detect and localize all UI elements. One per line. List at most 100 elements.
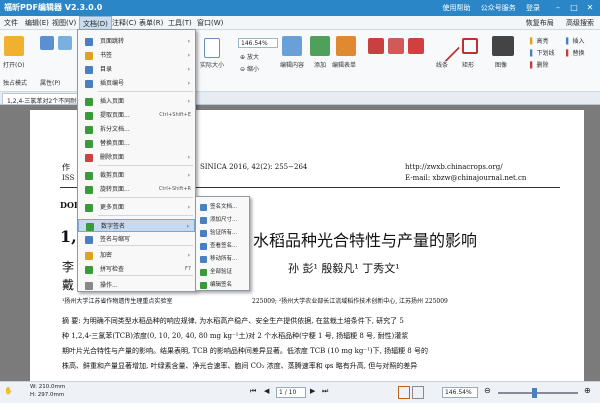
signature-submenu-item[interactable]: 验证所有... [196,227,249,240]
continuous-view-icon[interactable] [412,386,424,399]
document-menu-item[interactable]: 拆分文档... [78,123,195,136]
text-box-icon[interactable] [388,38,404,54]
page-total: / 10 [284,389,297,396]
document-menu-item[interactable]: 页面跳转 › [78,35,195,48]
menu-item-label: 插入页面 [100,98,125,105]
submenu-arrow-icon: › [187,154,190,161]
menu-comment[interactable]: 注释(C) [112,18,136,28]
zoom-slider[interactable] [498,392,578,394]
document-menu-item[interactable]: 插入页面 › [78,95,195,108]
menu-item-icon [85,266,93,274]
document-menu-item[interactable]: 数字签名 › [78,219,195,232]
single-page-view-icon[interactable] [398,386,410,399]
first-page-icon[interactable]: ⏮ [250,387,256,396]
document-menu-dropdown: 页面跳转 › 书签 › 目录 › 插页编号 › 插入页面 › 提取页面... Ctrl+Shift+E… [77,29,196,292]
document-menu-item[interactable]: 删除页面 › [78,151,195,164]
advanced-search-button[interactable]: 高级搜索 [566,19,594,27]
zoom-in-button[interactable]: ⊕ 放大 [240,52,259,61]
page-width: W: 210.0mm [30,384,66,390]
image-icon[interactable] [492,36,514,56]
edit-content-icon[interactable] [282,36,302,56]
signature-submenu-item[interactable]: 签名文档... [196,201,249,214]
menu-form[interactable]: 表单(R) [139,18,163,28]
document-menu-item[interactable]: 替换页面... [78,137,195,150]
restore-layout-button[interactable]: 恢复布局 [526,19,554,27]
document-menu-item[interactable]: 拼写检查 F7 [78,263,195,276]
zoom-slider-thumb[interactable] [532,388,537,398]
abstract-line-3: 期叶片光合特性与产量的影响。结果表明, TCB 的影响品种间差异显著。低浓度 T… [62,347,428,355]
document-menu-item[interactable]: 裁剪页面 › [78,169,195,182]
signature-submenu-item[interactable]: 全部验证 [196,266,249,279]
document-menu-item[interactable]: 加密 › [78,249,195,262]
document-menu-item[interactable]: 提取页面... Ctrl+Shift+E [78,109,195,122]
abstract-line-4: 株高、鲜重和产量显著增加, 叶绿素含量、净光合速率、胞间 CO₂ 浓度、蒸腾速率… [62,362,418,370]
maximize-icon[interactable]: □ [568,2,580,13]
document-menu-item[interactable]: 签名与缩写 [78,233,195,246]
minimize-icon[interactable]: – [552,2,564,13]
menu-item-icon [85,140,93,148]
rect-label: 矩形 [462,62,475,69]
hand-tool-icon[interactable]: ✋ [4,387,13,395]
submenu-arrow-icon: › [187,80,190,87]
insert-button[interactable]: ▌ 插入 [566,36,585,45]
replace-button[interactable]: ▌ 替换 [566,48,585,57]
open-label: 打开(O) [3,62,25,69]
zoom-field[interactable]: 146.54% [238,38,278,48]
signature-submenu-item[interactable]: 编辑签名 [196,279,249,292]
signature-submenu-item[interactable]: 移动所有... [196,253,249,266]
menu-document[interactable]: 文档(D) [79,16,112,30]
submenu-item-icon [200,217,207,224]
open-folder-icon[interactable] [4,36,24,56]
login-link[interactable]: 登录 [526,4,540,12]
edit-form-icon[interactable] [336,36,356,56]
actual-size-icon[interactable] [204,38,220,58]
zoom-out-icon[interactable]: ⊖ [484,386,491,395]
prev-page-icon[interactable]: ◀ [264,387,269,395]
document-menu-item[interactable]: 插页编号 › [78,77,195,90]
line-label: 线条 [436,62,449,69]
properties-label[interactable]: 属性(P) [40,78,60,87]
document-menu-item[interactable]: 目录 › [78,63,195,76]
menu-item-icon [85,66,93,74]
highlight-button[interactable]: ▌ 高亮 [530,36,549,45]
journal-code: SINICA 2016, 42(2): 255−264 [200,163,308,171]
tool-icon[interactable] [58,36,72,50]
page-input[interactable]: 1 / 10 [276,387,306,398]
next-page-icon[interactable]: ▶ [310,387,315,395]
doi: DOI [60,200,78,210]
zoom-out-button[interactable]: ⊖ 缩小 [240,64,259,73]
close-icon[interactable]: ✕ [584,2,596,13]
document-menu-item[interactable]: 更多页面 › [78,201,195,214]
official-link[interactable]: 公众号服务 [481,4,516,12]
document-menu-item[interactable]: 操作... [78,279,195,292]
tool-icon[interactable] [40,36,54,50]
status-zoom-field[interactable]: 146.54% [442,387,478,398]
add-icon[interactable] [310,36,330,56]
single-page-label[interactable]: 独占模式 [3,78,27,87]
last-page-icon[interactable]: ⏭ [322,387,328,396]
text-icon[interactable] [368,38,384,54]
document-menu-item[interactable]: 书签 › [78,49,195,62]
help-link[interactable]: 使用帮助 [443,4,471,12]
signature-submenu-item[interactable]: 查看签名... [196,240,249,253]
abstract-line-1: 摘 要: 为明确不同类型水稻品种的响应规律, 为水稻高产稳产、安全生产提供依据,… [62,317,404,325]
zoom-in-icon[interactable]: ⊕ [584,386,591,395]
submenu-item-label: 签名文档... [210,204,238,210]
menu-item-label: 裁剪页面 [100,172,125,179]
title-bar: 福昕PDF编辑器 V2.3.0.0 使用帮助 公众号服务 登录 – □ ✕ [0,0,600,16]
callout-icon[interactable] [408,38,424,54]
line-icon[interactable] [431,33,461,63]
signature-submenu-item[interactable]: 添加尺寸... [196,214,249,227]
document-menu-item[interactable]: 旋转页面... Ctrl+Shift+R [78,183,195,196]
menu-item-icon [85,252,93,260]
author-left: 李 [62,260,75,274]
menu-tools[interactable]: 工具(T) [168,18,192,28]
rect-icon[interactable] [462,38,478,54]
menu-item-icon [85,38,93,46]
menu-view[interactable]: 视图(V) [52,18,76,28]
strike-button[interactable]: ▌ 删除 [530,60,549,69]
menu-window[interactable]: 窗口(W) [197,18,223,28]
menu-file[interactable]: 文件 [4,18,18,28]
menu-edit[interactable]: 编辑(E) [25,18,49,28]
underline-button[interactable]: ▌ 下划线 [530,48,555,57]
